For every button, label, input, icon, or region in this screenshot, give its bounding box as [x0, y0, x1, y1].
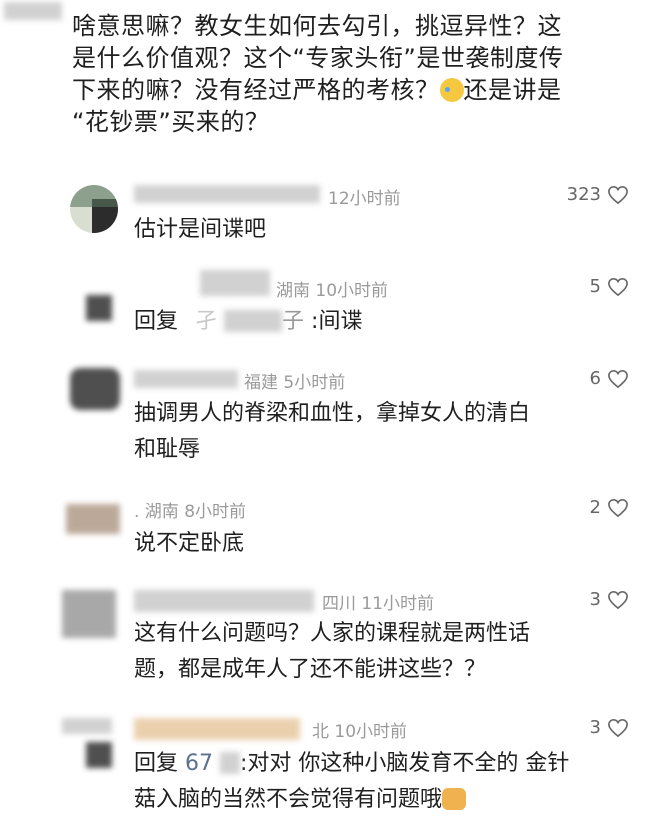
blurred-mention — [224, 310, 283, 332]
like-count: 3 — [589, 717, 601, 738]
comment-text: 估计是间谍吧 — [134, 217, 267, 242]
comment-text: 抽调男人的脊梁和血性，拿掉女人的清白 和耻辱 — [134, 401, 531, 462]
post-line: 下来的嘛？没有经过严格的考核？ 还是讲是 — [72, 76, 562, 104]
like-button[interactable]: 6 — [590, 368, 629, 389]
comment-meta: . 湖南 8小时前 — [134, 502, 247, 522]
blurred-username[interactable] — [200, 270, 270, 296]
like-count: 3 — [589, 589, 601, 610]
heart-outline-icon — [608, 277, 628, 296]
heart-outline-icon — [608, 498, 628, 517]
avatar[interactable] — [86, 295, 112, 321]
reply-mention[interactable]: 67 — [185, 751, 213, 776]
comment-meta: 湖南 10小时前 — [276, 281, 389, 301]
avatar[interactable] — [70, 368, 120, 410]
post-text: 啥意思嘛？教女生如何去勾引，挑逗异性？这 是什么价值观？这个“专家头衔”是世袭制… — [72, 10, 632, 138]
comment-text: 这有什么问题吗？人家的课程就是两性话 题，都是成年人了还不能讲这些？？ — [134, 621, 531, 682]
blurred-avatar-top — [62, 718, 112, 734]
heart-outline-icon — [608, 718, 628, 737]
blurred-username[interactable] — [134, 590, 314, 612]
heart-outline-icon — [608, 185, 628, 204]
avatar[interactable] — [66, 504, 120, 534]
crying-face-emoji-icon — [439, 78, 464, 102]
post-line: “花钞票”买来的？ — [72, 108, 270, 136]
comment-meta: 北 10小时前 — [312, 722, 408, 742]
like-button[interactable]: 323 — [567, 184, 629, 205]
like-button[interactable]: 3 — [590, 589, 629, 610]
like-count: 6 — [589, 368, 601, 389]
avatar[interactable] — [70, 185, 118, 233]
heart-outline-icon — [608, 369, 628, 388]
comment-meta: 四川 11小时前 — [322, 594, 435, 614]
post-line: 是什么价值观？这个“专家头衔”是世袭制度传 — [72, 44, 564, 72]
comment-text: 说不定卧底 — [134, 531, 245, 556]
blurred-avatar — [4, 2, 62, 20]
comment-text: 回复 67 :对对 你这种小脑发育不全的 金针 菇入脑的当然不会觉得有问题哦 — [134, 751, 570, 812]
like-count: 2 — [589, 497, 601, 518]
like-button[interactable]: 5 — [590, 276, 629, 297]
blurred-username[interactable] — [134, 370, 238, 388]
like-button[interactable]: 2 — [590, 497, 629, 518]
comment-meta: 福建 5小时前 — [244, 373, 346, 393]
like-button[interactable]: 3 — [590, 717, 629, 738]
avatar[interactable] — [62, 590, 116, 638]
blurred-mention — [220, 752, 241, 774]
like-count: 5 — [589, 276, 601, 297]
like-count: 323 — [566, 184, 601, 205]
blurred-username[interactable] — [134, 718, 300, 740]
avatar[interactable] — [86, 742, 112, 768]
comment-text: 回复 孑 子 :间谍 — [134, 309, 363, 334]
post-line: 啥意思嘛？教女生如何去勾引，挑逗异性？这 — [72, 12, 562, 40]
heart-outline-icon — [608, 590, 628, 609]
blurred-username[interactable] — [134, 185, 320, 203]
dog-face-emoji-icon — [442, 788, 467, 810]
comment-meta: 12小时前 — [328, 189, 401, 209]
